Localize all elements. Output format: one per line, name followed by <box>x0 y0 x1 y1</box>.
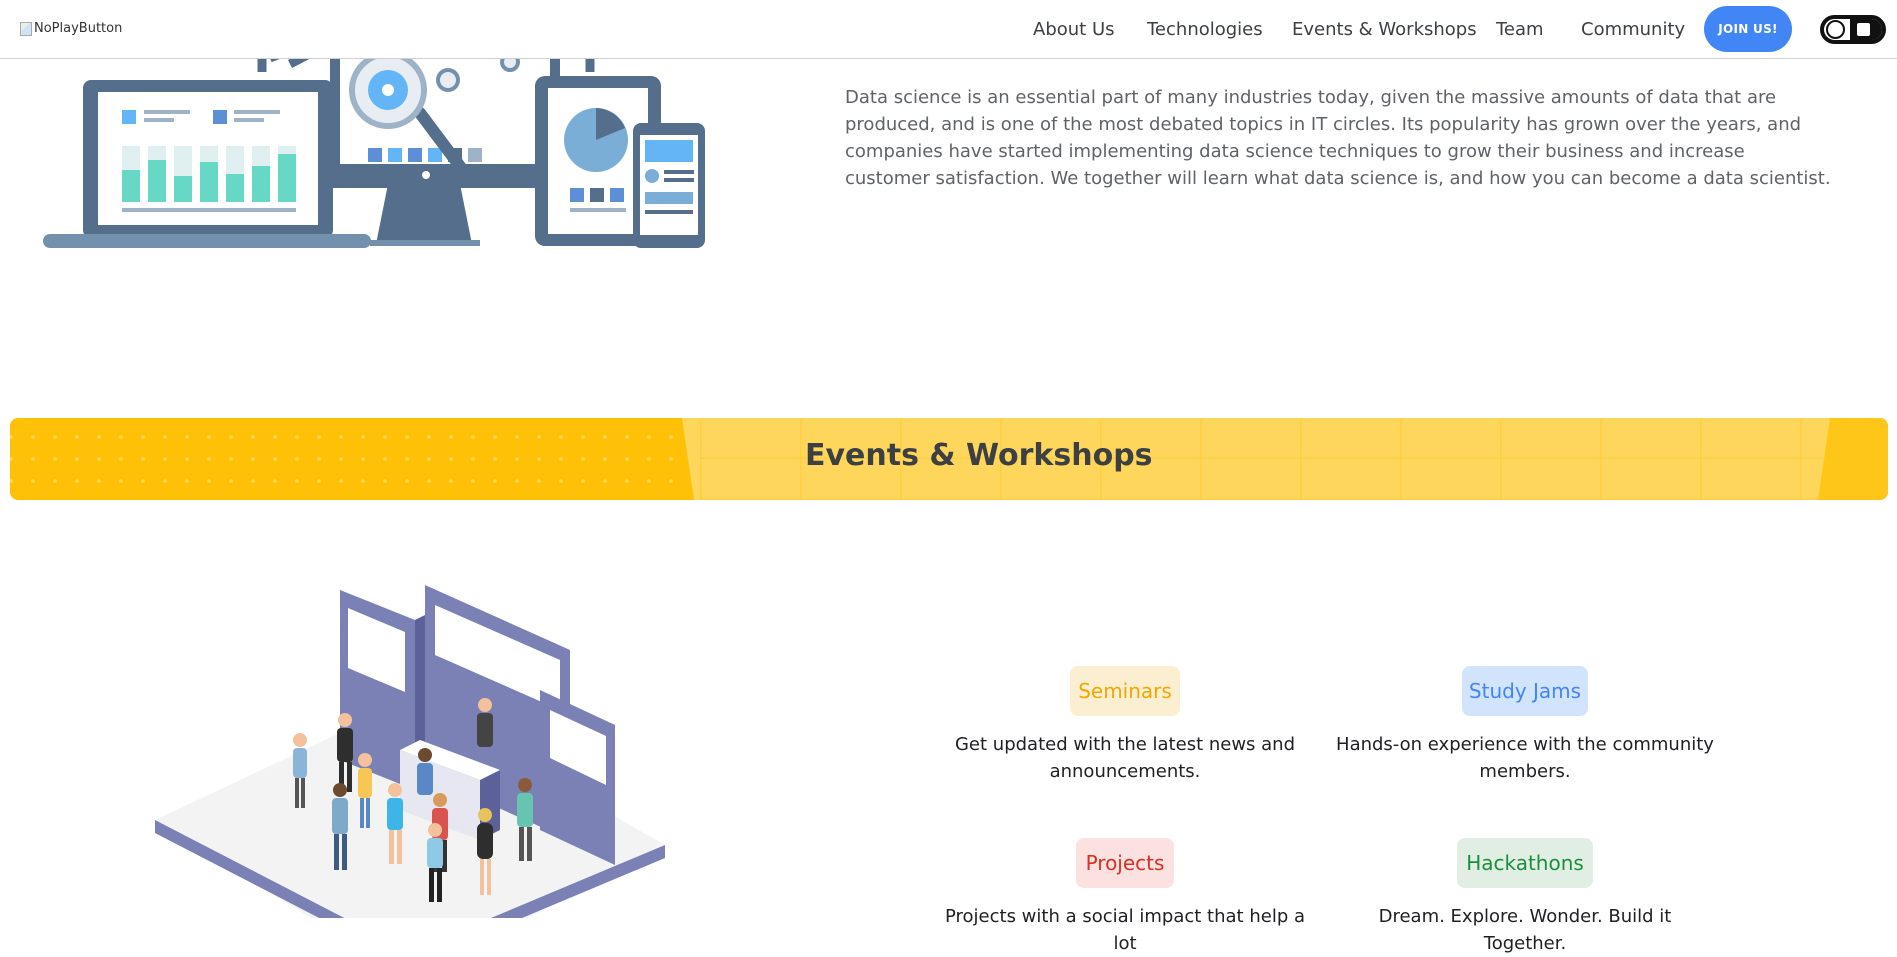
study-jams-badge: Study Jams <box>1462 666 1588 716</box>
broken-image-icon <box>20 21 32 36</box>
banner-edge <box>1818 418 1888 500</box>
toggle-knob <box>1826 20 1845 39</box>
banner-dot-pattern <box>10 418 700 500</box>
join-us-button[interactable]: JOIN US! <box>1704 6 1792 52</box>
toggle-fill <box>1850 19 1882 40</box>
seminars-description: Get updated with the latest news and ann… <box>954 734 1296 782</box>
hackathons-description: Dream. Explore. Wonder. Build it Togethe… <box>1378 906 1672 954</box>
seminars-badge: Seminars <box>1070 666 1180 716</box>
theme-toggle-icon[interactable] <box>1820 15 1886 44</box>
events-banner: Events & Workshops <box>10 418 1888 500</box>
nav-link-technologies[interactable]: Technologies <box>1147 19 1263 40</box>
about-description: Data science is an essential part of man… <box>845 87 1831 189</box>
nav-link-community[interactable]: Community <box>1581 19 1685 40</box>
nav-link-team[interactable]: Team <box>1496 19 1544 40</box>
logo-alt-text: NoPlayButton <box>34 21 123 36</box>
study-jams-description: Hands-on experience with the community m… <box>1336 734 1714 782</box>
data-science-illustration <box>43 58 705 248</box>
events-booth-illustration <box>155 585 665 918</box>
hackathons-badge: Hackathons <box>1457 838 1593 888</box>
logo[interactable]: NoPlayButton <box>20 21 122 36</box>
events-section-title: Events & Workshops <box>805 438 1153 473</box>
projects-badge: Projects <box>1076 838 1174 888</box>
navbar: NoPlayButton About Us Technologies Event… <box>0 0 1897 59</box>
nav-link-events-workshops[interactable]: Events & Workshops <box>1292 19 1477 40</box>
projects-description: Projects with a social impact that help … <box>945 906 1305 954</box>
nav-link-about-us[interactable]: About Us <box>1033 19 1115 40</box>
